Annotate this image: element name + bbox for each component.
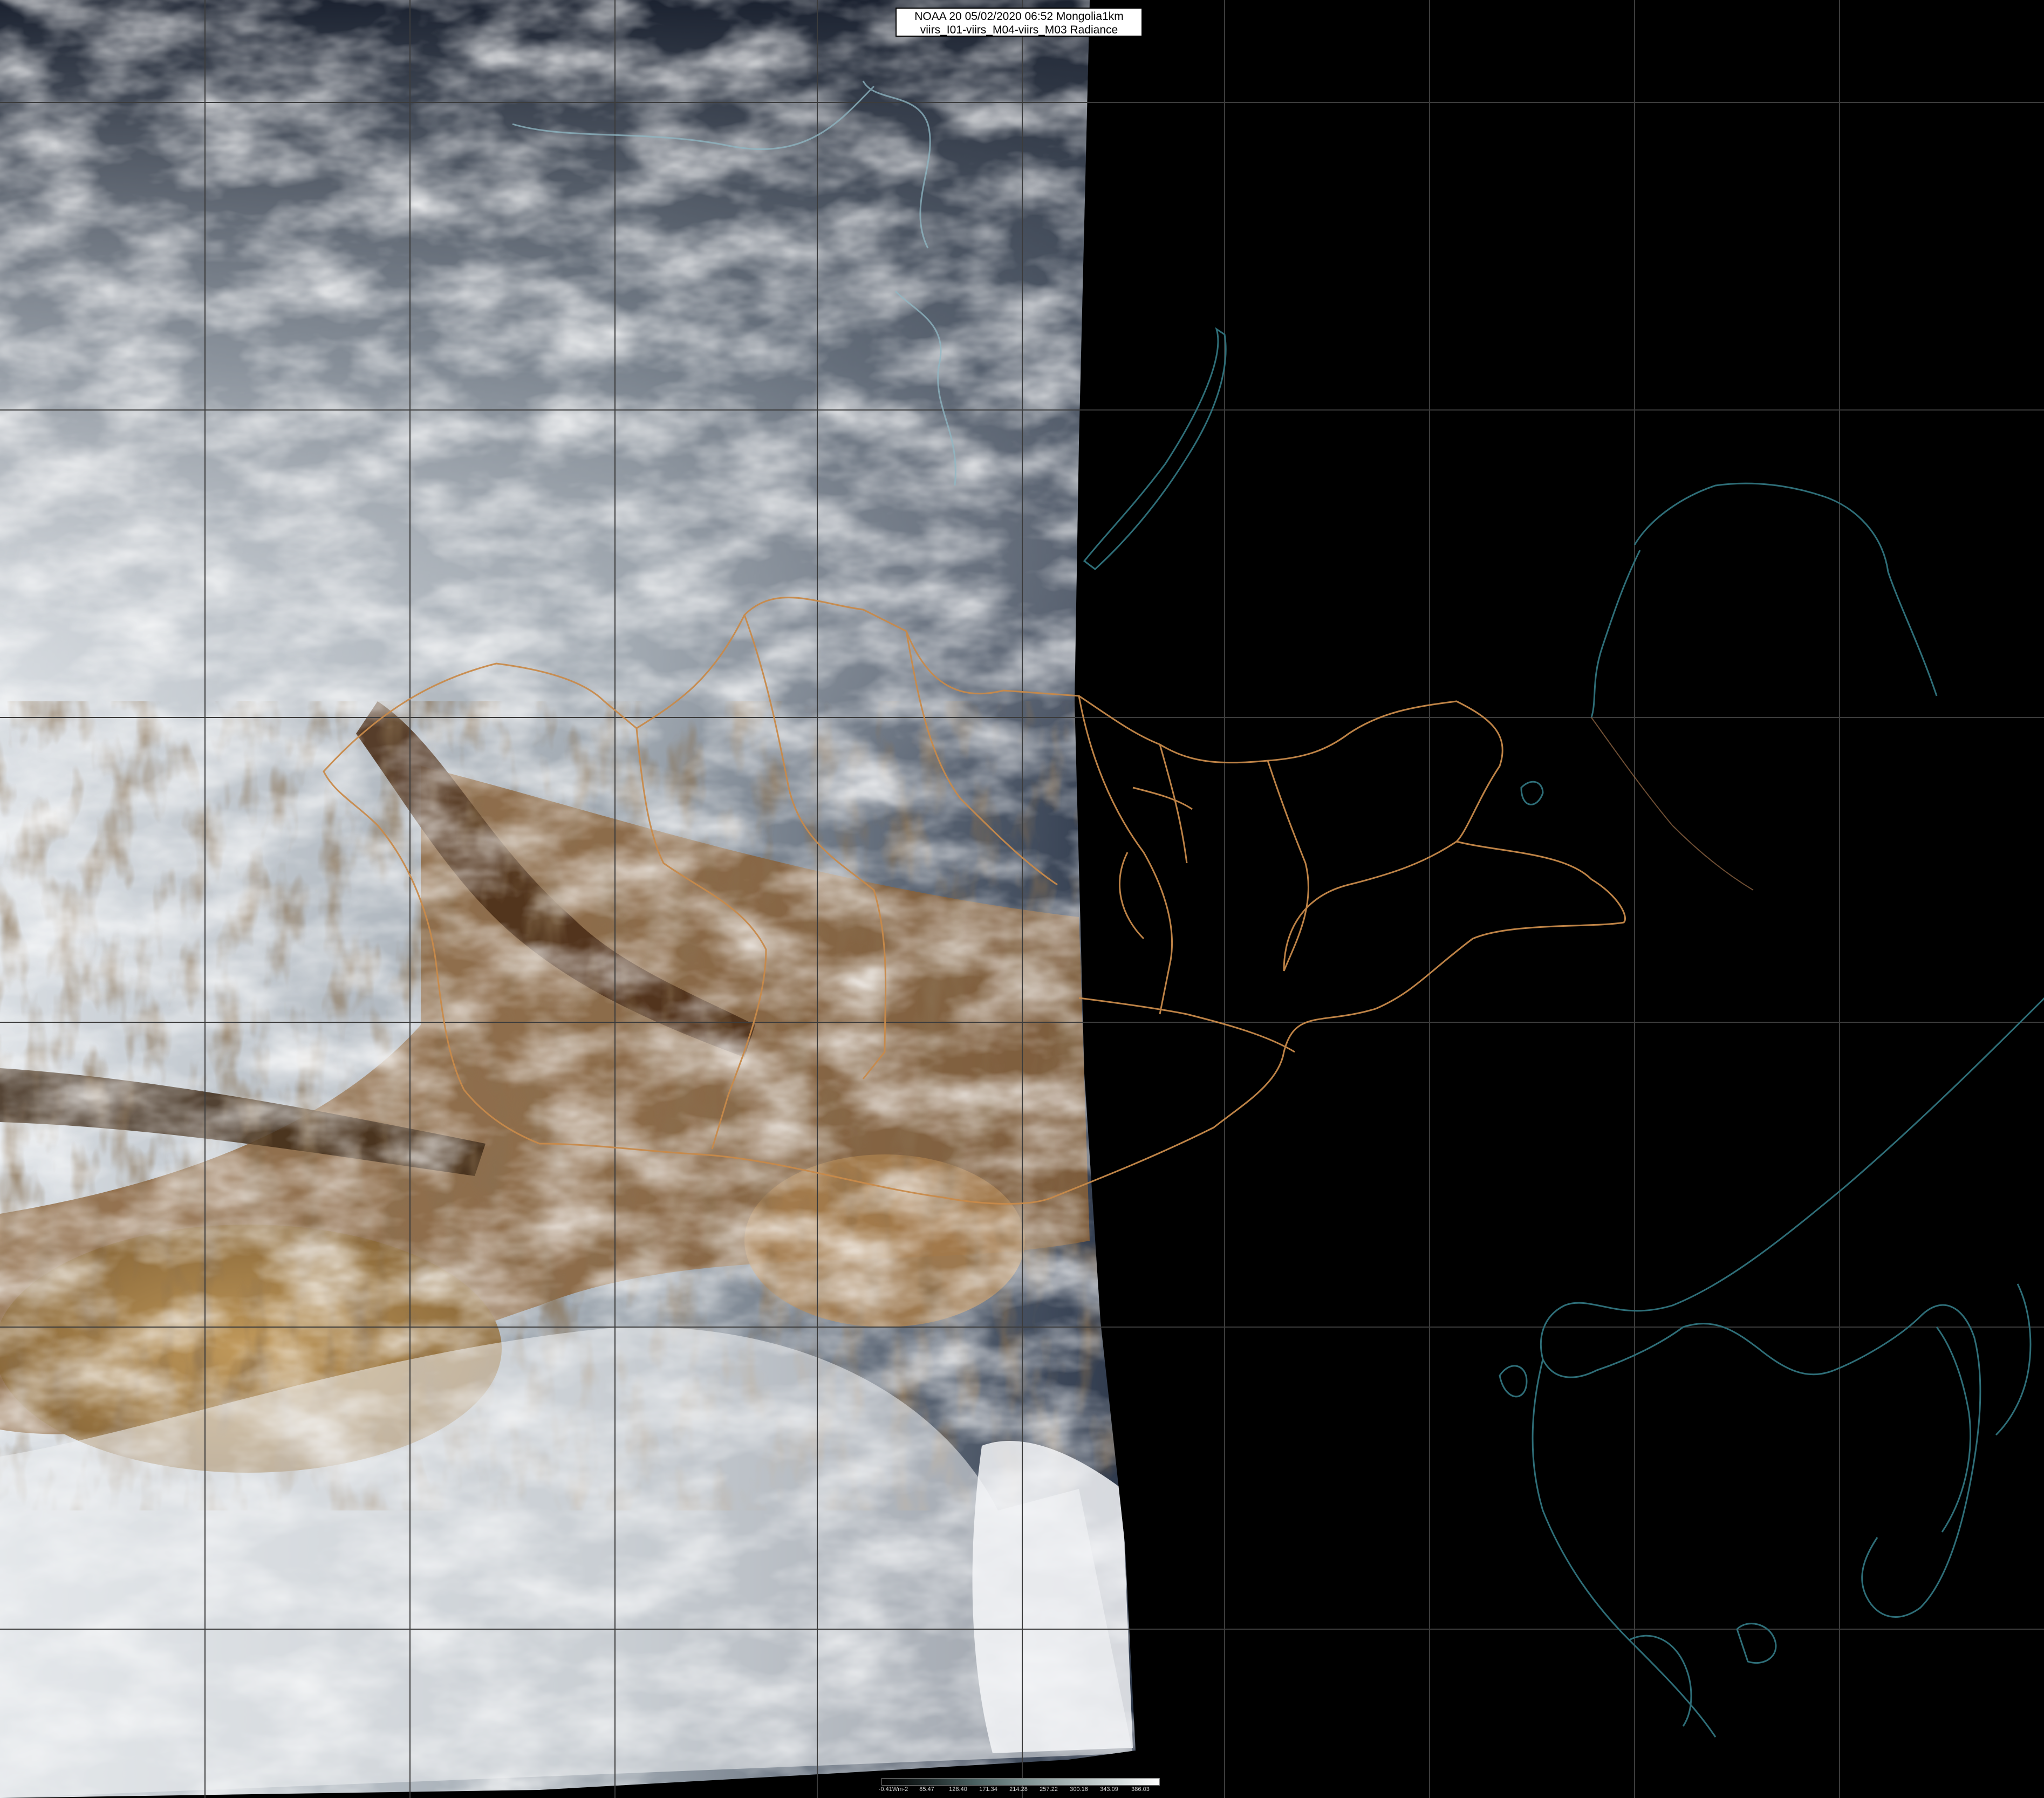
title-line-1: NOAA 20 05/02/2020 06:52 Mongolia1km [914,10,1124,23]
colorbar-label: 386.03 [1131,1786,1150,1793]
colorbar-label: 343.09 [1100,1786,1118,1793]
colorbar-label: 214.28 [1009,1786,1028,1793]
image-title: NOAA 20 05/02/2020 06:52 Mongolia1km vii… [895,8,1143,37]
title-line-2: viirs_I01-viirs_M04-viirs_M03 Radiance [920,24,1118,36]
colorbar: -0.41Wm-2 85.47 128.40 171.34 214.28 257… [878,1778,1160,1796]
colorbar-label: 128.40 [949,1786,967,1793]
satellite-image [0,0,2044,1798]
colorbar-strip [881,1778,1160,1786]
colorbar-label: 257.22 [1040,1786,1058,1793]
colorbar-label: 300.16 [1070,1786,1088,1793]
colorbar-label: 85.47 [919,1786,934,1793]
colorbar-label: -0.41Wm-2 [878,1786,908,1793]
colorbar-labels: -0.41Wm-2 85.47 128.40 171.34 214.28 257… [878,1786,1160,1796]
daylight-swath [0,0,1136,1798]
colorbar-label: 171.34 [979,1786,997,1793]
